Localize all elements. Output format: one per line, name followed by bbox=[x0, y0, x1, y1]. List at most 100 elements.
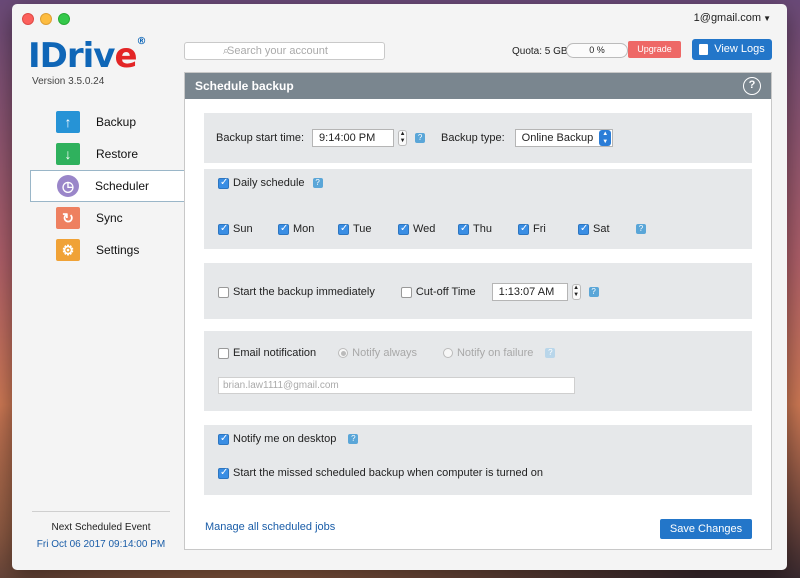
upgrade-button[interactable]: Upgrade bbox=[628, 41, 681, 58]
cutoff-label: Cut-off Time bbox=[415, 286, 476, 298]
search-icon: ⌕ bbox=[223, 45, 230, 57]
notify-desktop-label: Notify me on desktop bbox=[233, 433, 337, 445]
day-wed[interactable]: Wed bbox=[398, 223, 458, 235]
sidebar-item-sync[interactable]: ↻ Sync bbox=[30, 202, 185, 234]
version-label: Version 3.5.0.24 bbox=[32, 76, 105, 87]
checkbox[interactable] bbox=[278, 223, 289, 235]
help-icon[interactable]: ? bbox=[312, 178, 323, 188]
minimize-window-button[interactable] bbox=[40, 13, 52, 25]
view-logs-label: View Logs bbox=[714, 43, 765, 55]
help-icon[interactable]: ? bbox=[415, 133, 426, 143]
panel-header: Schedule backup ? bbox=[185, 73, 771, 99]
close-window-button[interactable] bbox=[22, 13, 34, 25]
day-label: Sun bbox=[233, 223, 253, 235]
day-tue[interactable]: Tue bbox=[338, 223, 398, 235]
day-label: Mon bbox=[293, 223, 315, 235]
save-changes-button[interactable]: Save Changes bbox=[660, 519, 752, 539]
start-immediately-section: Start the backup immediately Cut-off Tim… bbox=[204, 263, 752, 319]
checkbox[interactable] bbox=[458, 223, 469, 235]
day-label: Thu bbox=[473, 223, 492, 235]
notify-always-radio[interactable] bbox=[338, 348, 349, 358]
day-sun[interactable]: Sun bbox=[218, 223, 278, 235]
daily-schedule-section: Daily schedule ? Sun Mon Tue Wed Thu Fri… bbox=[204, 169, 752, 249]
zoom-window-button[interactable] bbox=[58, 13, 70, 25]
app-window: 1@gmail.com ▼ IDrive® Version 3.5.0.24 ↑ … bbox=[12, 4, 787, 570]
help-icon[interactable]: ? bbox=[743, 77, 761, 95]
sidebar-item-label: Backup bbox=[96, 115, 137, 129]
cutoff-time-field[interactable]: 1:13:07 AM bbox=[491, 283, 568, 301]
day-label: Sat bbox=[593, 223, 610, 235]
notify-failure-radio[interactable] bbox=[442, 348, 453, 358]
checkbox[interactable] bbox=[578, 223, 589, 235]
start-time-stepper[interactable]: ▲ ▼ bbox=[398, 130, 408, 146]
next-event-value: Fri Oct 06 2017 09:14:00 PM bbox=[36, 539, 166, 550]
daily-schedule-checkbox[interactable] bbox=[218, 177, 229, 189]
checkbox[interactable] bbox=[518, 223, 529, 235]
help-icon[interactable]: ? bbox=[636, 224, 646, 234]
day-label: Wed bbox=[413, 223, 436, 235]
clock-icon: ◷ bbox=[57, 175, 79, 197]
sync-icon: ↻ bbox=[56, 207, 80, 229]
day-sat[interactable]: Sat bbox=[578, 223, 628, 235]
help-icon[interactable]: ? bbox=[588, 287, 599, 297]
arrow-up-icon: ↑ bbox=[56, 111, 80, 133]
sidebar-item-label: Scheduler bbox=[95, 179, 150, 193]
arrow-down-icon: ↓ bbox=[56, 143, 80, 165]
day-label: Fri bbox=[533, 223, 546, 235]
missed-backup-checkbox[interactable] bbox=[218, 467, 229, 479]
day-fri[interactable]: Fri bbox=[518, 223, 578, 235]
notify-always-label: Notify always bbox=[352, 347, 417, 359]
sidebar-item-scheduler[interactable]: ◷ Scheduler bbox=[30, 170, 186, 202]
checkbox[interactable] bbox=[338, 223, 349, 235]
day-thu[interactable]: Thu bbox=[458, 223, 518, 235]
day-mon[interactable]: Mon bbox=[278, 223, 338, 235]
start-time-label: Backup start time: bbox=[216, 132, 305, 144]
next-scheduled-event: Next Scheduled Event Fri Oct 06 2017 09:… bbox=[32, 511, 170, 550]
help-icon[interactable]: ? bbox=[545, 348, 556, 358]
quota-progress: 0 % bbox=[566, 43, 628, 58]
start-immediately-checkbox[interactable] bbox=[218, 286, 229, 298]
sidebar-item-restore[interactable]: ↓ Restore bbox=[30, 138, 185, 170]
account-email: 1@gmail.com bbox=[693, 12, 762, 24]
start-time-section: Backup start time: 9:14:00 PM ▲ ▼ ? Backu… bbox=[204, 113, 752, 163]
view-logs-button[interactable]: View Logs bbox=[692, 39, 772, 60]
checkbox[interactable] bbox=[398, 223, 409, 235]
account-menu[interactable]: 1@gmail.com ▼ bbox=[694, 12, 771, 24]
cutoff-time-stepper[interactable]: ▲ ▼ bbox=[571, 284, 581, 300]
panel-title: Schedule backup bbox=[195, 79, 294, 93]
email-notification-section: Email notification Notify always Notify … bbox=[204, 331, 752, 411]
start-time-field[interactable]: 9:14:00 PM bbox=[312, 129, 395, 147]
notify-desktop-checkbox[interactable] bbox=[218, 433, 229, 445]
notify-failure-label: Notify on failure bbox=[456, 347, 534, 359]
search-input[interactable]: ⌕ Search your account bbox=[184, 42, 385, 60]
email-notification-checkbox[interactable] bbox=[218, 347, 229, 359]
checkbox[interactable] bbox=[218, 223, 229, 235]
daily-schedule-label: Daily schedule bbox=[233, 177, 305, 189]
manage-scheduled-jobs-link[interactable]: Manage all scheduled jobs bbox=[205, 521, 335, 533]
start-immediately-label: Start the backup immediately bbox=[233, 286, 375, 298]
sidebar-item-label: Restore bbox=[96, 147, 139, 161]
next-event-label: Next Scheduled Event bbox=[51, 522, 151, 533]
idrive-logo: IDrive® bbox=[28, 36, 147, 76]
select-arrows-icon: ▲ ▼ bbox=[599, 130, 612, 146]
schedule-panel: Schedule backup ? Backup start time: 9:1… bbox=[184, 72, 772, 550]
email-notification-label: Email notification bbox=[233, 347, 317, 359]
document-icon bbox=[699, 44, 709, 55]
sidebar-item-settings[interactable]: ⚙ Settings bbox=[30, 234, 185, 266]
backup-type-value: Online Backup bbox=[521, 132, 594, 144]
day-label: Tue bbox=[353, 223, 372, 235]
sidebar-item-label: Sync bbox=[96, 211, 123, 225]
email-field[interactable]: brian.law1111@gmail.com bbox=[218, 377, 575, 394]
desktop-notification-section: Notify me on desktop ? Start the missed … bbox=[204, 425, 752, 495]
backup-type-select[interactable]: Online Backup ▲ ▼ bbox=[514, 129, 614, 147]
cutoff-checkbox[interactable] bbox=[400, 286, 412, 298]
sidebar-item-backup[interactable]: ↑ Backup bbox=[30, 106, 185, 138]
backup-type-label: Backup type: bbox=[441, 132, 505, 144]
day-checkboxes: Sun Mon Tue Wed Thu Fri Sat ? bbox=[218, 223, 646, 235]
chevron-down-icon: ▼ bbox=[763, 14, 771, 23]
sidebar-nav: ↑ Backup ↓ Restore ◷ Scheduler ↻ Sync ⚙ … bbox=[30, 106, 186, 266]
sidebar: IDrive® Version 3.5.0.24 ↑ Backup ↓ Rest… bbox=[12, 28, 186, 570]
sidebar-item-label: Settings bbox=[96, 243, 140, 257]
help-icon[interactable]: ? bbox=[348, 434, 359, 444]
missed-backup-label: Start the missed scheduled backup when c… bbox=[233, 467, 544, 479]
